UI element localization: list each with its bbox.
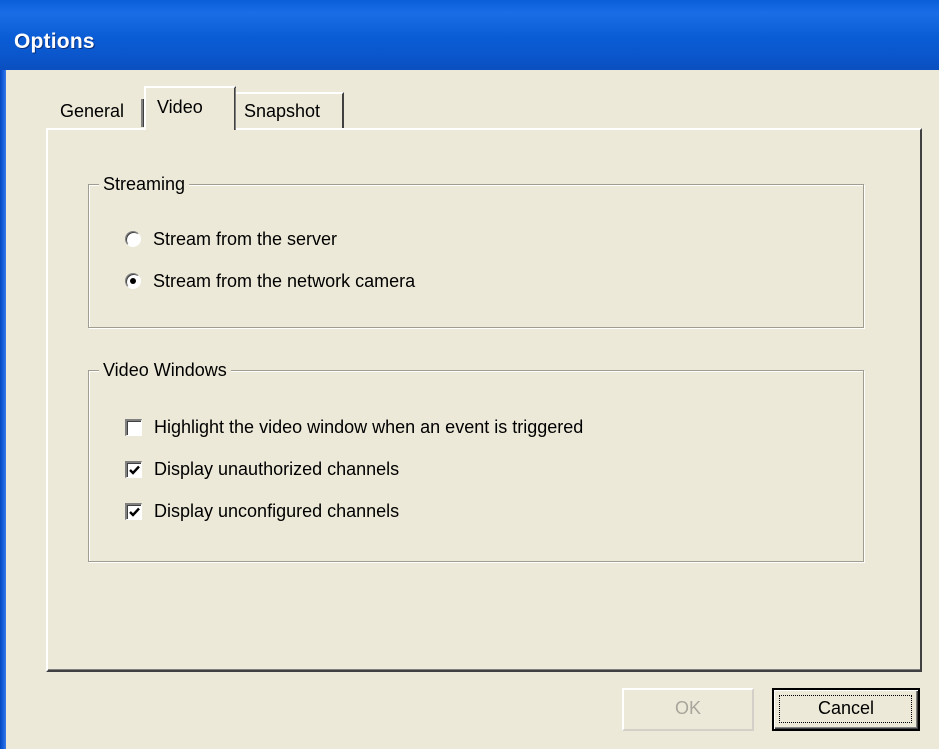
window-frame-edge: [0, 70, 6, 749]
options-dialog: Options General Video Snapshot Streaming…: [0, 0, 939, 749]
stream-from-camera-radio[interactable]: [125, 273, 141, 289]
title-bar[interactable]: Options: [0, 0, 939, 70]
tab-snapshot-label: Snapshot: [244, 101, 321, 121]
stream-from-server-option[interactable]: Stream from the server: [125, 227, 337, 251]
display-unauthorized-label[interactable]: Display unauthorized channels: [154, 457, 399, 481]
ok-button[interactable]: OK: [622, 688, 754, 731]
checkmark-icon: [129, 465, 140, 475]
highlight-window-checkbox[interactable]: [125, 418, 142, 436]
radio-selected-dot: [130, 278, 136, 284]
ok-button-label: OK: [674, 698, 701, 718]
video-windows-group-title: Video Windows: [99, 359, 231, 381]
video-windows-group: Video Windows Highlight the video window…: [88, 359, 864, 562]
tab-video[interactable]: Video: [144, 86, 236, 130]
stream-from-camera-option[interactable]: Stream from the network camera: [125, 269, 415, 293]
highlight-window-option[interactable]: Highlight the video window when an event…: [125, 415, 583, 439]
display-unconfigured-label[interactable]: Display unconfigured channels: [154, 499, 399, 523]
display-unconfigured-checkbox[interactable]: [125, 502, 142, 520]
cancel-button-label: Cancel: [817, 698, 875, 718]
video-tab-panel: Streaming Stream from the server Stream …: [46, 128, 922, 672]
tab-video-label: Video: [157, 97, 203, 117]
display-unauthorized-checkbox[interactable]: [125, 460, 142, 478]
highlight-window-label[interactable]: Highlight the video window when an event…: [154, 415, 583, 439]
window-title: Options: [14, 30, 95, 53]
tab-snapshot[interactable]: Snapshot: [236, 92, 344, 130]
tab-general[interactable]: General: [48, 96, 144, 130]
streaming-group: Streaming Stream from the server Stream …: [88, 173, 864, 328]
display-unconfigured-option[interactable]: Display unconfigured channels: [125, 499, 399, 523]
tab-general-label: General: [60, 101, 125, 121]
stream-from-server-label[interactable]: Stream from the server: [153, 227, 337, 251]
streaming-group-title: Streaming: [99, 173, 190, 195]
stream-from-camera-label[interactable]: Stream from the network camera: [153, 269, 415, 293]
cancel-button[interactable]: Cancel: [772, 688, 920, 731]
display-unauthorized-option[interactable]: Display unauthorized channels: [125, 457, 399, 481]
stream-from-server-radio[interactable]: [125, 231, 141, 247]
checkmark-icon: [129, 507, 140, 517]
